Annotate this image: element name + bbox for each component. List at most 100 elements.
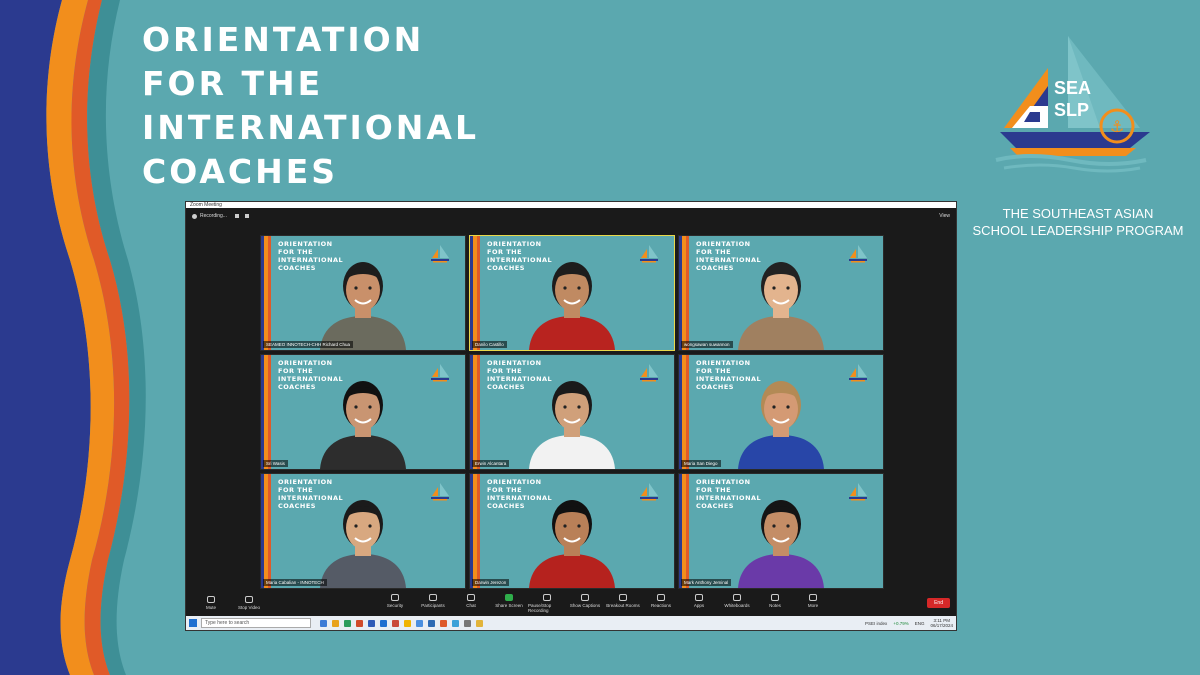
participant-tile[interactable]: ORIENTATION FOR THE INTERNATIONAL COACHES Da… [469, 473, 675, 589]
security-button[interactable]: Security [376, 593, 414, 613]
app-icon[interactable] [379, 619, 387, 627]
toolbar-label: Show Captions [569, 602, 601, 608]
windows-start-icon[interactable] [189, 619, 197, 627]
toolbar-left-group: Mute Stop Video [192, 596, 268, 610]
breakout-rooms-button[interactable]: Breakout Rooms [604, 593, 642, 613]
stock-change: +0.79% [893, 620, 909, 626]
toolbar-label: Stop Video [238, 605, 260, 610]
tile-logo-icon [849, 245, 867, 263]
participant-video [320, 381, 406, 469]
participant-tile[interactable]: ORIENTATION FOR THE INTERNATIONAL COACHES Er… [469, 354, 675, 470]
tile-title-line: ORIENTATION [487, 359, 542, 367]
tile-logo-icon [640, 364, 658, 382]
app-icon[interactable] [475, 619, 483, 627]
tile-stripe [679, 355, 689, 469]
participant-tile[interactable]: ORIENTATION FOR THE INTERNATIONAL COACHES wo… [678, 235, 884, 351]
toolbar-label: Breakout Rooms [606, 602, 640, 608]
record-icon [543, 593, 551, 601]
stock-label: PSEI index [865, 620, 888, 626]
toolbar-label: More [807, 602, 819, 608]
tile-title-line: ORIENTATION [487, 478, 542, 486]
show-captions-button[interactable]: Show Captions [566, 593, 604, 613]
slide-title-line: INTERNATIONAL [142, 108, 479, 147]
tile-logo-icon [640, 245, 658, 263]
participant-name: SEAMEO INNOTECH-CHH Richard Chua [263, 341, 354, 348]
app-icon[interactable] [439, 619, 447, 627]
app-icon[interactable] [427, 619, 435, 627]
participant-name: Erwin Alcantara [472, 460, 510, 467]
toolbar-label: Participants [421, 602, 445, 608]
chat-button[interactable]: Chat [452, 593, 490, 613]
toolbar-center-group: Security Participants Chat Share Screen Paus… [376, 593, 832, 613]
tagline-line: SCHOOL LEADERSHIP PROGRAM [972, 223, 1184, 238]
toolbar-label: Pause/Stop Recording [528, 602, 552, 613]
video-camera-icon [245, 596, 253, 603]
whiteboard-icon [733, 593, 741, 601]
whiteboards-button[interactable]: Whiteboards [718, 593, 756, 613]
tile-stripe [261, 474, 271, 588]
recording-status: Recording... [200, 213, 227, 219]
toolbar-label: Chat [466, 602, 476, 608]
app-icon[interactable] [319, 619, 327, 627]
slide-title-line: ORIENTATION [142, 20, 425, 59]
end-meeting-button[interactable]: End [927, 598, 950, 608]
participant-tile[interactable]: ORIENTATION FOR THE INTERNATIONAL COACHES SE… [260, 235, 466, 351]
chat-icon [467, 593, 475, 601]
stop-video-button[interactable]: Stop Video [230, 596, 268, 610]
app-icon[interactable] [463, 619, 471, 627]
participant-video [320, 500, 406, 588]
participant-tile[interactable]: ORIENTATION FOR THE INTERNATIONAL COACHES Ma… [678, 354, 884, 470]
share-screen-button[interactable]: Share Screen [490, 593, 528, 613]
app-icon[interactable] [391, 619, 399, 627]
clock-date: 06/17/2024 [930, 623, 953, 628]
tile-title-line: ORIENTATION [487, 240, 542, 248]
tile-stripe [261, 355, 271, 469]
app-icon[interactable] [331, 619, 339, 627]
participant-video [529, 262, 615, 350]
tile-title-line: ORIENTATION [696, 478, 751, 486]
participant-video [529, 500, 615, 588]
app-icon[interactable] [367, 619, 375, 627]
participant-name: Maria Cabalian - INNOTECH [263, 579, 327, 586]
view-button[interactable]: View [939, 213, 950, 219]
pause-stop-recording-button[interactable]: Pause/Stop Recording [528, 593, 566, 613]
app-icon[interactable] [451, 619, 459, 627]
tile-logo-icon [849, 483, 867, 501]
app-icon[interactable] [415, 619, 423, 627]
notes-button[interactable]: Notes [756, 593, 794, 613]
gallery-view: ORIENTATION FOR THE INTERNATIONAL COACHES SE… [260, 235, 884, 589]
pause-recording-icon[interactable] [234, 214, 239, 218]
app-icon[interactable] [343, 619, 351, 627]
program-tagline: THE SOUTHEAST ASIAN SCHOOL LEADERSHIP PR… [968, 205, 1188, 239]
tile-logo-icon [431, 364, 449, 382]
more-button[interactable]: More [794, 593, 832, 613]
participant-tile[interactable]: ORIENTATION FOR THE INTERNATIONAL COACHES Ma… [260, 473, 466, 589]
toolbar-label: Apps [693, 602, 705, 608]
tile-title-line: ORIENTATION [696, 359, 751, 367]
tile-title-line: ORIENTATION [278, 359, 333, 367]
mute-button[interactable]: Mute [192, 596, 230, 610]
microphone-icon [207, 596, 215, 603]
participant-tile[interactable]: ORIENTATION FOR THE INTERNATIONAL COACHES Da… [469, 235, 675, 351]
participant-tile[interactable]: ORIENTATION FOR THE INTERNATIONAL COACHES Ma… [678, 473, 884, 589]
taskbar-clock[interactable]: 3:11 PM 06/17/2024 [930, 618, 953, 628]
participant-tile[interactable]: ORIENTATION FOR THE INTERNATIONAL COACHES Sr… [260, 354, 466, 470]
participant-video [738, 262, 824, 350]
participant-name: Mark Anthony Jeminal [681, 579, 732, 586]
share-screen-icon [505, 593, 513, 601]
tile-title-line: ORIENTATION [278, 240, 333, 248]
tile-stripe [470, 236, 480, 350]
window-title: Zoom Meeting [190, 202, 222, 208]
app-icon[interactable] [355, 619, 363, 627]
reactions-button[interactable]: Reactions [642, 593, 680, 613]
app-icon[interactable] [403, 619, 411, 627]
apps-button[interactable]: Apps [680, 593, 718, 613]
shield-icon [391, 593, 399, 601]
windows-taskbar: Type here to search PSEI index +0.79% EN… [186, 616, 956, 630]
taskbar-search-input[interactable]: Type here to search [201, 618, 311, 628]
language-indicator[interactable]: ENG [915, 621, 925, 626]
participants-button[interactable]: Participants [414, 593, 452, 613]
tile-stripe [679, 236, 689, 350]
breakout-rooms-icon [619, 593, 627, 601]
stop-recording-icon[interactable] [244, 214, 249, 218]
